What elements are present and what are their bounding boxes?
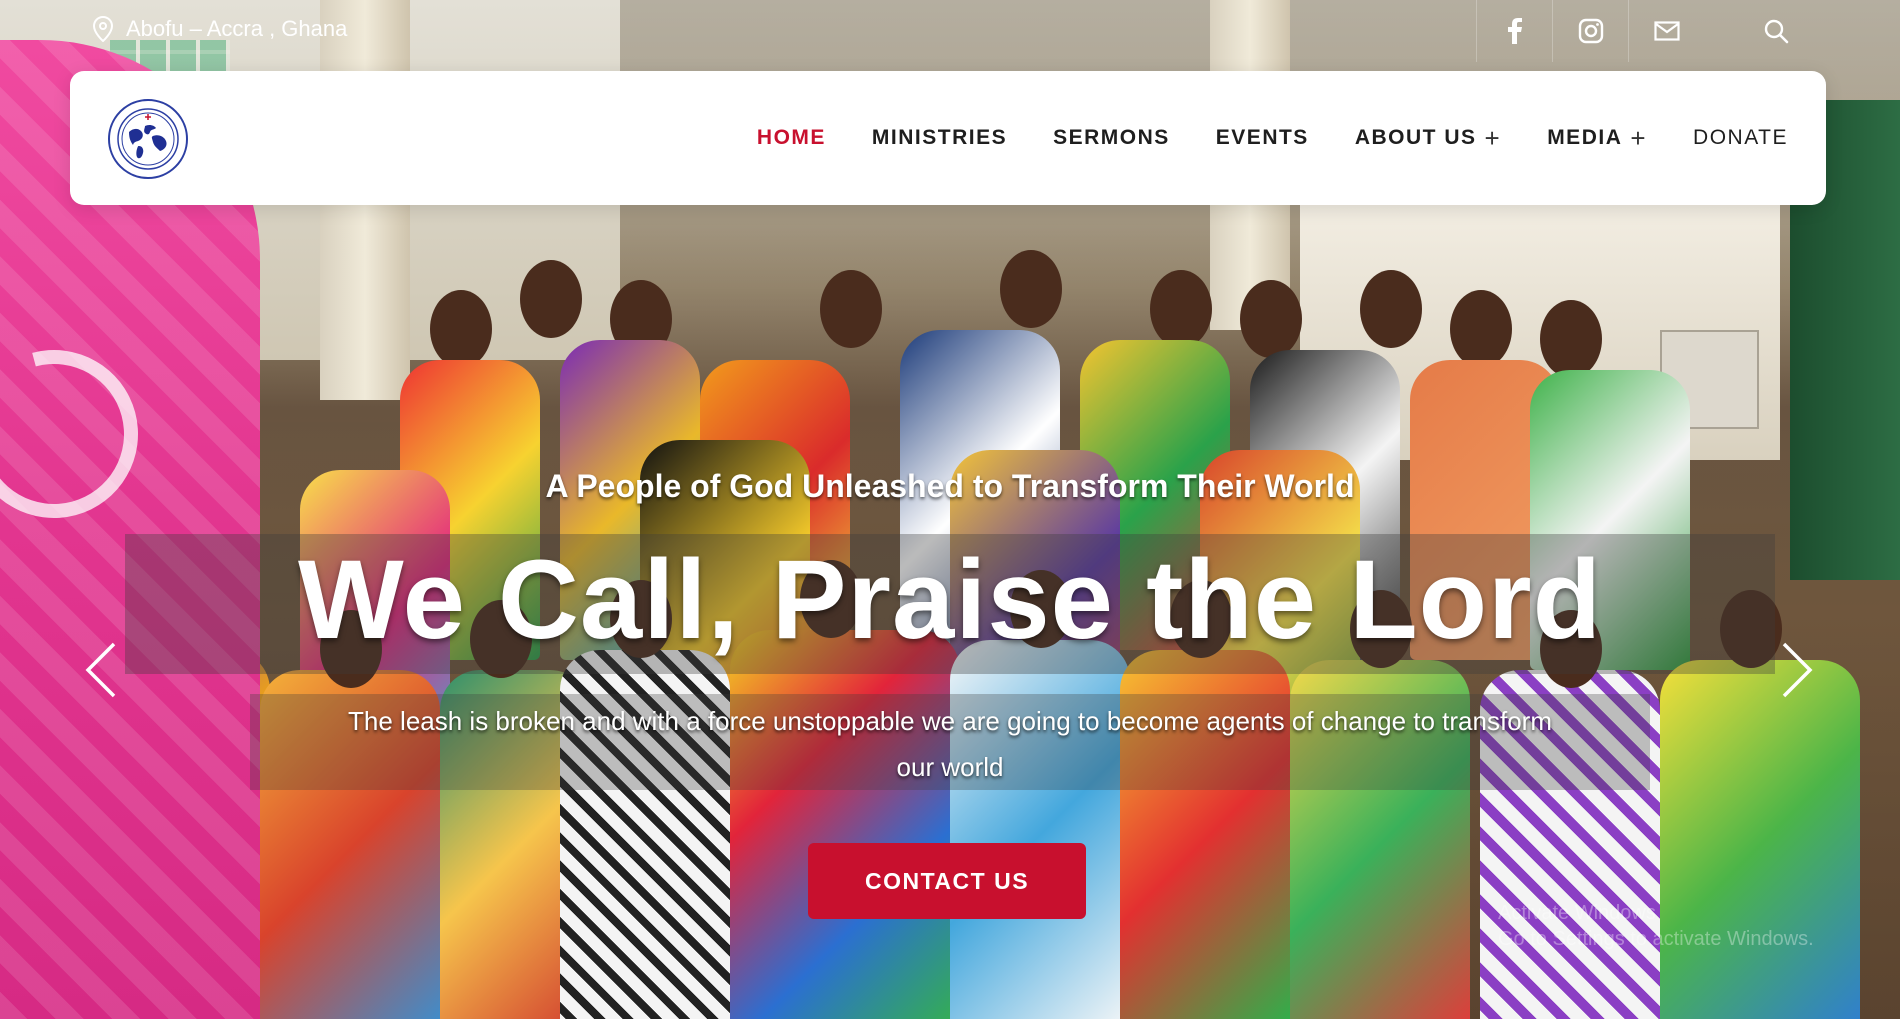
main-navigation-bar: HOME MINISTRIES SERMONS EVENTS ABOUT US +… bbox=[70, 71, 1826, 205]
search-icon bbox=[1763, 18, 1789, 44]
nav-media-label: MEDIA bbox=[1547, 126, 1623, 149]
church-logo[interactable] bbox=[108, 99, 188, 179]
nav-about-us[interactable]: ABOUT US + bbox=[1355, 125, 1501, 151]
slider-next-button[interactable] bbox=[1770, 640, 1820, 700]
hero-subtext: The leash is broken and with a force uns… bbox=[348, 706, 1552, 782]
email-link[interactable] bbox=[1628, 0, 1705, 62]
instagram-link[interactable] bbox=[1552, 0, 1629, 62]
facebook-link[interactable] bbox=[1476, 0, 1553, 62]
map-pin-icon bbox=[92, 15, 114, 43]
contact-us-button[interactable]: CONTACT US bbox=[808, 843, 1086, 919]
nav-menu: HOME MINISTRIES SERMONS EVENTS ABOUT US +… bbox=[757, 71, 1788, 205]
chevron-left-icon bbox=[85, 642, 116, 698]
nav-ministries-label: MINISTRIES bbox=[871, 126, 1008, 149]
nav-events-label: EVENTS bbox=[1215, 126, 1309, 149]
globe-logo-icon bbox=[117, 108, 179, 170]
watermark-subtitle: Go to Settings to activate Windows. bbox=[1498, 928, 1814, 950]
nav-sermons[interactable]: SERMONS bbox=[1053, 126, 1170, 150]
hero-tagline: A People of God Unleashed to Transform T… bbox=[545, 468, 1355, 504]
facebook-icon bbox=[1508, 18, 1522, 44]
expand-plus-icon: + bbox=[1630, 123, 1648, 153]
nav-media[interactable]: MEDIA + bbox=[1547, 125, 1647, 151]
top-bar: Abofu – Accra , Ghana bbox=[0, 0, 1900, 62]
chevron-right-icon bbox=[1782, 642, 1813, 698]
banner-logo-mark bbox=[0, 319, 169, 549]
nav-sermons-label: SERMONS bbox=[1053, 126, 1170, 149]
nav-donate[interactable]: DONATE bbox=[1693, 126, 1788, 150]
activate-windows-watermark: Activate Windows Go to Settings to activ… bbox=[1498, 900, 1814, 952]
nav-home-label: HOME bbox=[756, 126, 826, 149]
mail-icon bbox=[1654, 21, 1680, 41]
nav-ministries[interactable]: MINISTRIES bbox=[872, 126, 1007, 150]
nav-about-us-label: ABOUT US bbox=[1354, 126, 1477, 149]
location-text: Abofu – Accra , Ghana bbox=[126, 16, 348, 41]
location-info: Abofu – Accra , Ghana bbox=[92, 15, 348, 43]
expand-plus-icon: + bbox=[1484, 123, 1502, 153]
nav-events[interactable]: EVENTS bbox=[1216, 126, 1309, 150]
instagram-icon bbox=[1578, 18, 1604, 44]
hero-headline: We Call, Praise the Lord bbox=[297, 537, 1603, 662]
watermark-title: Activate Windows bbox=[1498, 902, 1656, 924]
slider-prev-button[interactable] bbox=[78, 640, 128, 700]
nav-home[interactable]: HOME bbox=[757, 126, 826, 150]
search-button[interactable] bbox=[1738, 0, 1814, 62]
nav-donate-label: DONATE bbox=[1693, 126, 1788, 149]
